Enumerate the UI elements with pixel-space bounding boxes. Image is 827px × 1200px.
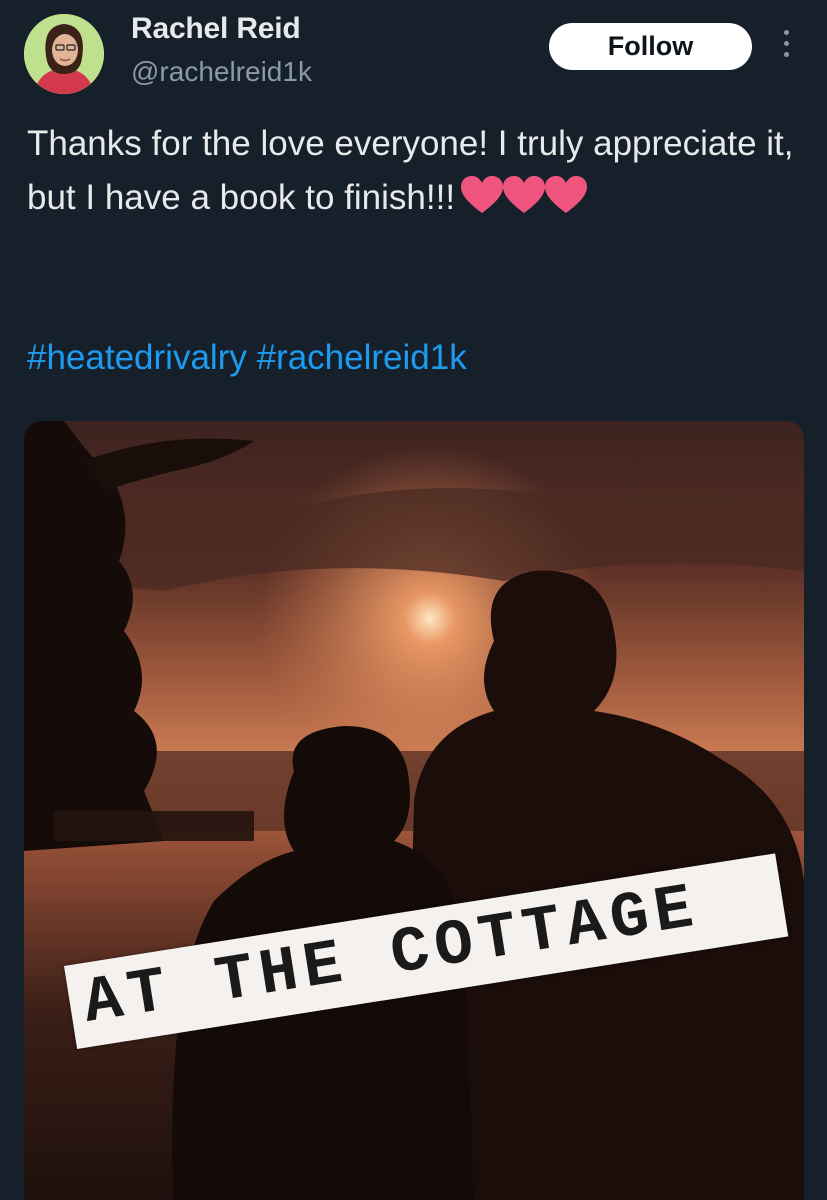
hashtag-row: #heatedrivalry #rachelreid1k — [27, 334, 467, 382]
tweet-media-image[interactable]: AT THE COTTAGE — [24, 421, 804, 1200]
more-options-icon[interactable] — [776, 30, 796, 64]
tweet-text: Thanks for the love everyone! I truly ap… — [27, 117, 797, 231]
sunset-photo — [24, 421, 804, 1200]
hashtag-link[interactable]: #heatedrivalry — [27, 338, 247, 377]
heart-icon — [545, 176, 588, 213]
hashtag-link[interactable]: #rachelreid1k — [257, 338, 467, 377]
heart-emoji-group — [459, 175, 588, 231]
tweet-body: Thanks for the love everyone! I truly ap… — [27, 124, 794, 217]
heart-icon — [461, 176, 504, 213]
author-handle[interactable]: @rachelreid1k — [131, 56, 312, 88]
avatar-photo-icon — [24, 14, 104, 94]
avatar[interactable] — [24, 14, 104, 94]
heart-icon — [503, 176, 546, 213]
author-name[interactable]: Rachel Reid — [131, 12, 301, 46]
tweet-header: Rachel Reid @rachelreid1k Follow — [0, 0, 827, 110]
tweet-view: Rachel Reid @rachelreid1k Follow Thanks … — [0, 0, 827, 1200]
follow-button[interactable]: Follow — [549, 23, 752, 70]
